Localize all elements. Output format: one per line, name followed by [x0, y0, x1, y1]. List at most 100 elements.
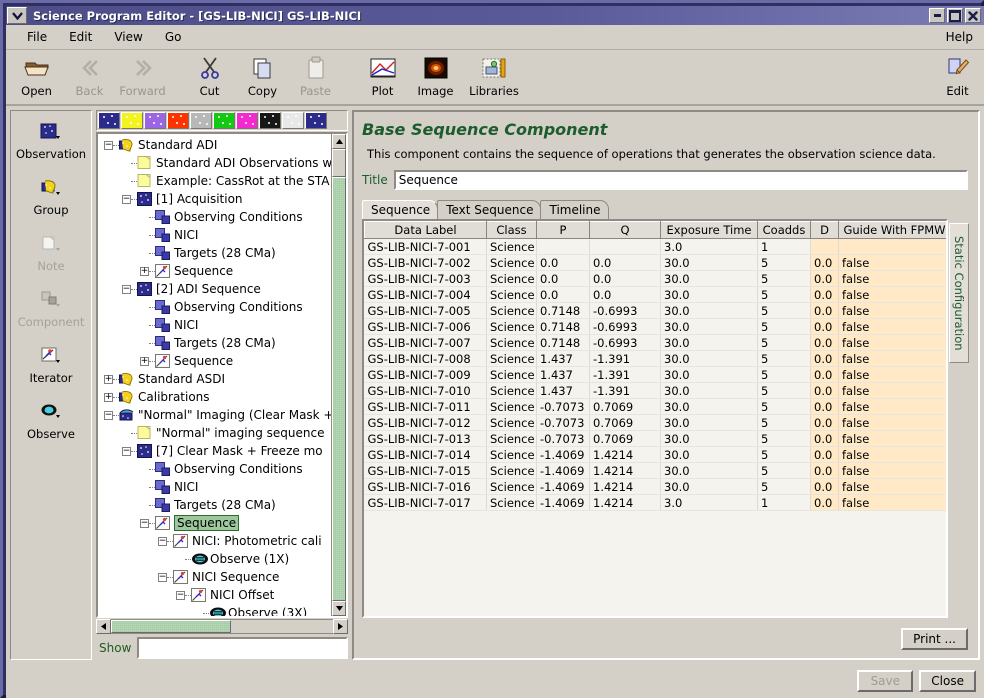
- table-cell[interactable]: 5: [757, 414, 811, 431]
- table-cell[interactable]: -0.6993: [589, 334, 661, 351]
- table-cell[interactable]: Science: [486, 494, 537, 511]
- table-cell[interactable]: Science: [486, 302, 537, 319]
- table-cell[interactable]: Science: [486, 318, 537, 335]
- table-cell[interactable]: -1.391: [589, 366, 661, 383]
- table-cell[interactable]: 0.0: [810, 270, 839, 287]
- table-cell[interactable]: false: [838, 414, 946, 431]
- table-cell[interactable]: [810, 238, 839, 255]
- table-cell[interactable]: 5: [757, 430, 811, 447]
- table-cell[interactable]: 1.4214: [589, 446, 661, 463]
- table-cell[interactable]: false: [838, 270, 946, 287]
- table-cell[interactable]: [589, 238, 661, 255]
- table-cell[interactable]: 30.0: [660, 318, 758, 335]
- save-button[interactable]: Save: [857, 670, 914, 692]
- tree-scroll-thumb[interactable]: [332, 177, 346, 601]
- expand-toggle-icon[interactable]: +: [104, 392, 113, 402]
- menu-edit[interactable]: Edit: [58, 28, 103, 46]
- table-cell[interactable]: 0.0: [810, 302, 839, 319]
- tree-node[interactable]: − Standard ADI: [98, 136, 331, 154]
- window-menu-button[interactable]: [7, 7, 27, 24]
- table-cell[interactable]: false: [838, 350, 946, 367]
- tree-node[interactable]: NICI: [98, 478, 331, 496]
- palette-swatch[interactable]: [167, 112, 189, 129]
- tree-hscroll-track[interactable]: [111, 619, 333, 634]
- table-cell[interactable]: GS-LIB-NICI-7-005: [364, 302, 487, 319]
- table-cell[interactable]: 0.0: [810, 318, 839, 335]
- tree-node[interactable]: − "Normal" Imaging (Clear Mask +: [98, 406, 331, 424]
- table-cell[interactable]: false: [838, 462, 946, 479]
- program-tree[interactable]: − Standard ADI Standard ADI Observations w…: [98, 134, 331, 616]
- table-cell[interactable]: -1.4069: [536, 462, 590, 479]
- tree-node[interactable]: + Calibrations: [98, 388, 331, 406]
- tree-node[interactable]: Observing Conditions: [98, 208, 331, 226]
- table-cell[interactable]: 30.0: [660, 286, 758, 303]
- table-cell[interactable]: 0.0: [536, 286, 590, 303]
- table-cell[interactable]: -1.4069: [536, 494, 590, 511]
- table-cell[interactable]: 30.0: [660, 430, 758, 447]
- tree-node[interactable]: − NICI Sequence: [98, 568, 331, 586]
- table-cell[interactable]: false: [838, 478, 946, 495]
- table-cell[interactable]: GS-LIB-NICI-7-001: [364, 238, 487, 255]
- palette-swatch[interactable]: [98, 112, 120, 129]
- table-cell[interactable]: 5: [757, 478, 811, 495]
- table-cell[interactable]: 5: [757, 286, 811, 303]
- collapse-toggle-icon[interactable]: −: [122, 194, 131, 204]
- table-cell[interactable]: Science: [486, 254, 537, 271]
- table-cell[interactable]: 30.0: [660, 478, 758, 495]
- table-cell[interactable]: 30.0: [660, 398, 758, 415]
- table-cell[interactable]: 5: [757, 350, 811, 367]
- palette-swatch[interactable]: [213, 112, 235, 129]
- table-cell[interactable]: Science: [486, 462, 537, 479]
- table-cell[interactable]: [838, 238, 946, 255]
- table-column-header[interactable]: Class: [486, 221, 537, 239]
- toolbar-libraries-button[interactable]: Libraries: [462, 50, 526, 104]
- table-cell[interactable]: Science: [486, 366, 537, 383]
- tree-node[interactable]: Targets (28 CMa): [98, 496, 331, 514]
- tree-node[interactable]: − NICI Offset: [98, 586, 331, 604]
- table-cell[interactable]: -1.391: [589, 382, 661, 399]
- table-cell[interactable]: false: [838, 398, 946, 415]
- table-row[interactable]: GS-LIB-NICI-7-014 Science -1.4069 1.4214 30.…: [364, 446, 946, 463]
- table-cell[interactable]: 1: [757, 494, 811, 511]
- tree-node[interactable]: + Sequence: [98, 352, 331, 370]
- table-row[interactable]: GS-LIB-NICI-7-011 Science -0.7073 0.7069 30.…: [364, 398, 946, 415]
- tree-node[interactable]: Targets (28 CMa): [98, 244, 331, 262]
- menu-go[interactable]: Go: [154, 28, 193, 46]
- rail-item-observe[interactable]: Observe: [12, 399, 90, 441]
- table-cell[interactable]: 30.0: [660, 462, 758, 479]
- table-cell[interactable]: 0.7148: [536, 334, 590, 351]
- table-column-header[interactable]: D: [810, 221, 839, 239]
- toolbar-open-button[interactable]: Open: [10, 50, 63, 104]
- table-cell[interactable]: 5: [757, 318, 811, 335]
- table-cell[interactable]: Science: [486, 334, 537, 351]
- table-cell[interactable]: false: [838, 286, 946, 303]
- table-cell[interactable]: Science: [486, 350, 537, 367]
- table-cell[interactable]: GS-LIB-NICI-7-004: [364, 286, 487, 303]
- table-cell[interactable]: Science: [486, 430, 537, 447]
- collapse-toggle-icon[interactable]: −: [104, 140, 113, 150]
- table-cell[interactable]: 0.7069: [589, 430, 661, 447]
- table-cell[interactable]: 0.7148: [536, 318, 590, 335]
- expand-toggle-icon[interactable]: +: [140, 356, 149, 366]
- menu-help[interactable]: Help: [935, 28, 984, 46]
- table-cell[interactable]: 0.0: [536, 270, 590, 287]
- tree-scroll-track[interactable]: [332, 149, 346, 601]
- table-cell[interactable]: GS-LIB-NICI-7-017: [364, 494, 487, 511]
- tree-node[interactable]: NICI: [98, 226, 331, 244]
- table-cell[interactable]: 30.0: [660, 382, 758, 399]
- table-cell[interactable]: 0.0: [536, 254, 590, 271]
- table-cell[interactable]: GS-LIB-NICI-7-015: [364, 462, 487, 479]
- collapse-toggle-icon[interactable]: −: [122, 284, 131, 294]
- table-cell[interactable]: Science: [486, 270, 537, 287]
- toolbar-edit-button[interactable]: Edit: [931, 50, 984, 104]
- tree-node[interactable]: Targets (28 CMa): [98, 334, 331, 352]
- table-cell[interactable]: 30.0: [660, 350, 758, 367]
- expand-toggle-icon[interactable]: +: [140, 266, 149, 276]
- scroll-left-button[interactable]: [96, 619, 111, 634]
- tree-node[interactable]: − Sequence: [98, 514, 331, 532]
- table-cell[interactable]: 0.7069: [589, 414, 661, 431]
- table-cell[interactable]: 0.0: [810, 494, 839, 511]
- table-cell[interactable]: [536, 238, 590, 255]
- table-column-header[interactable]: Guide With FPMW: [838, 221, 946, 239]
- table-row[interactable]: GS-LIB-NICI-7-003 Science 0.0 0.0 30.0 5 0.0 fa…: [364, 270, 946, 287]
